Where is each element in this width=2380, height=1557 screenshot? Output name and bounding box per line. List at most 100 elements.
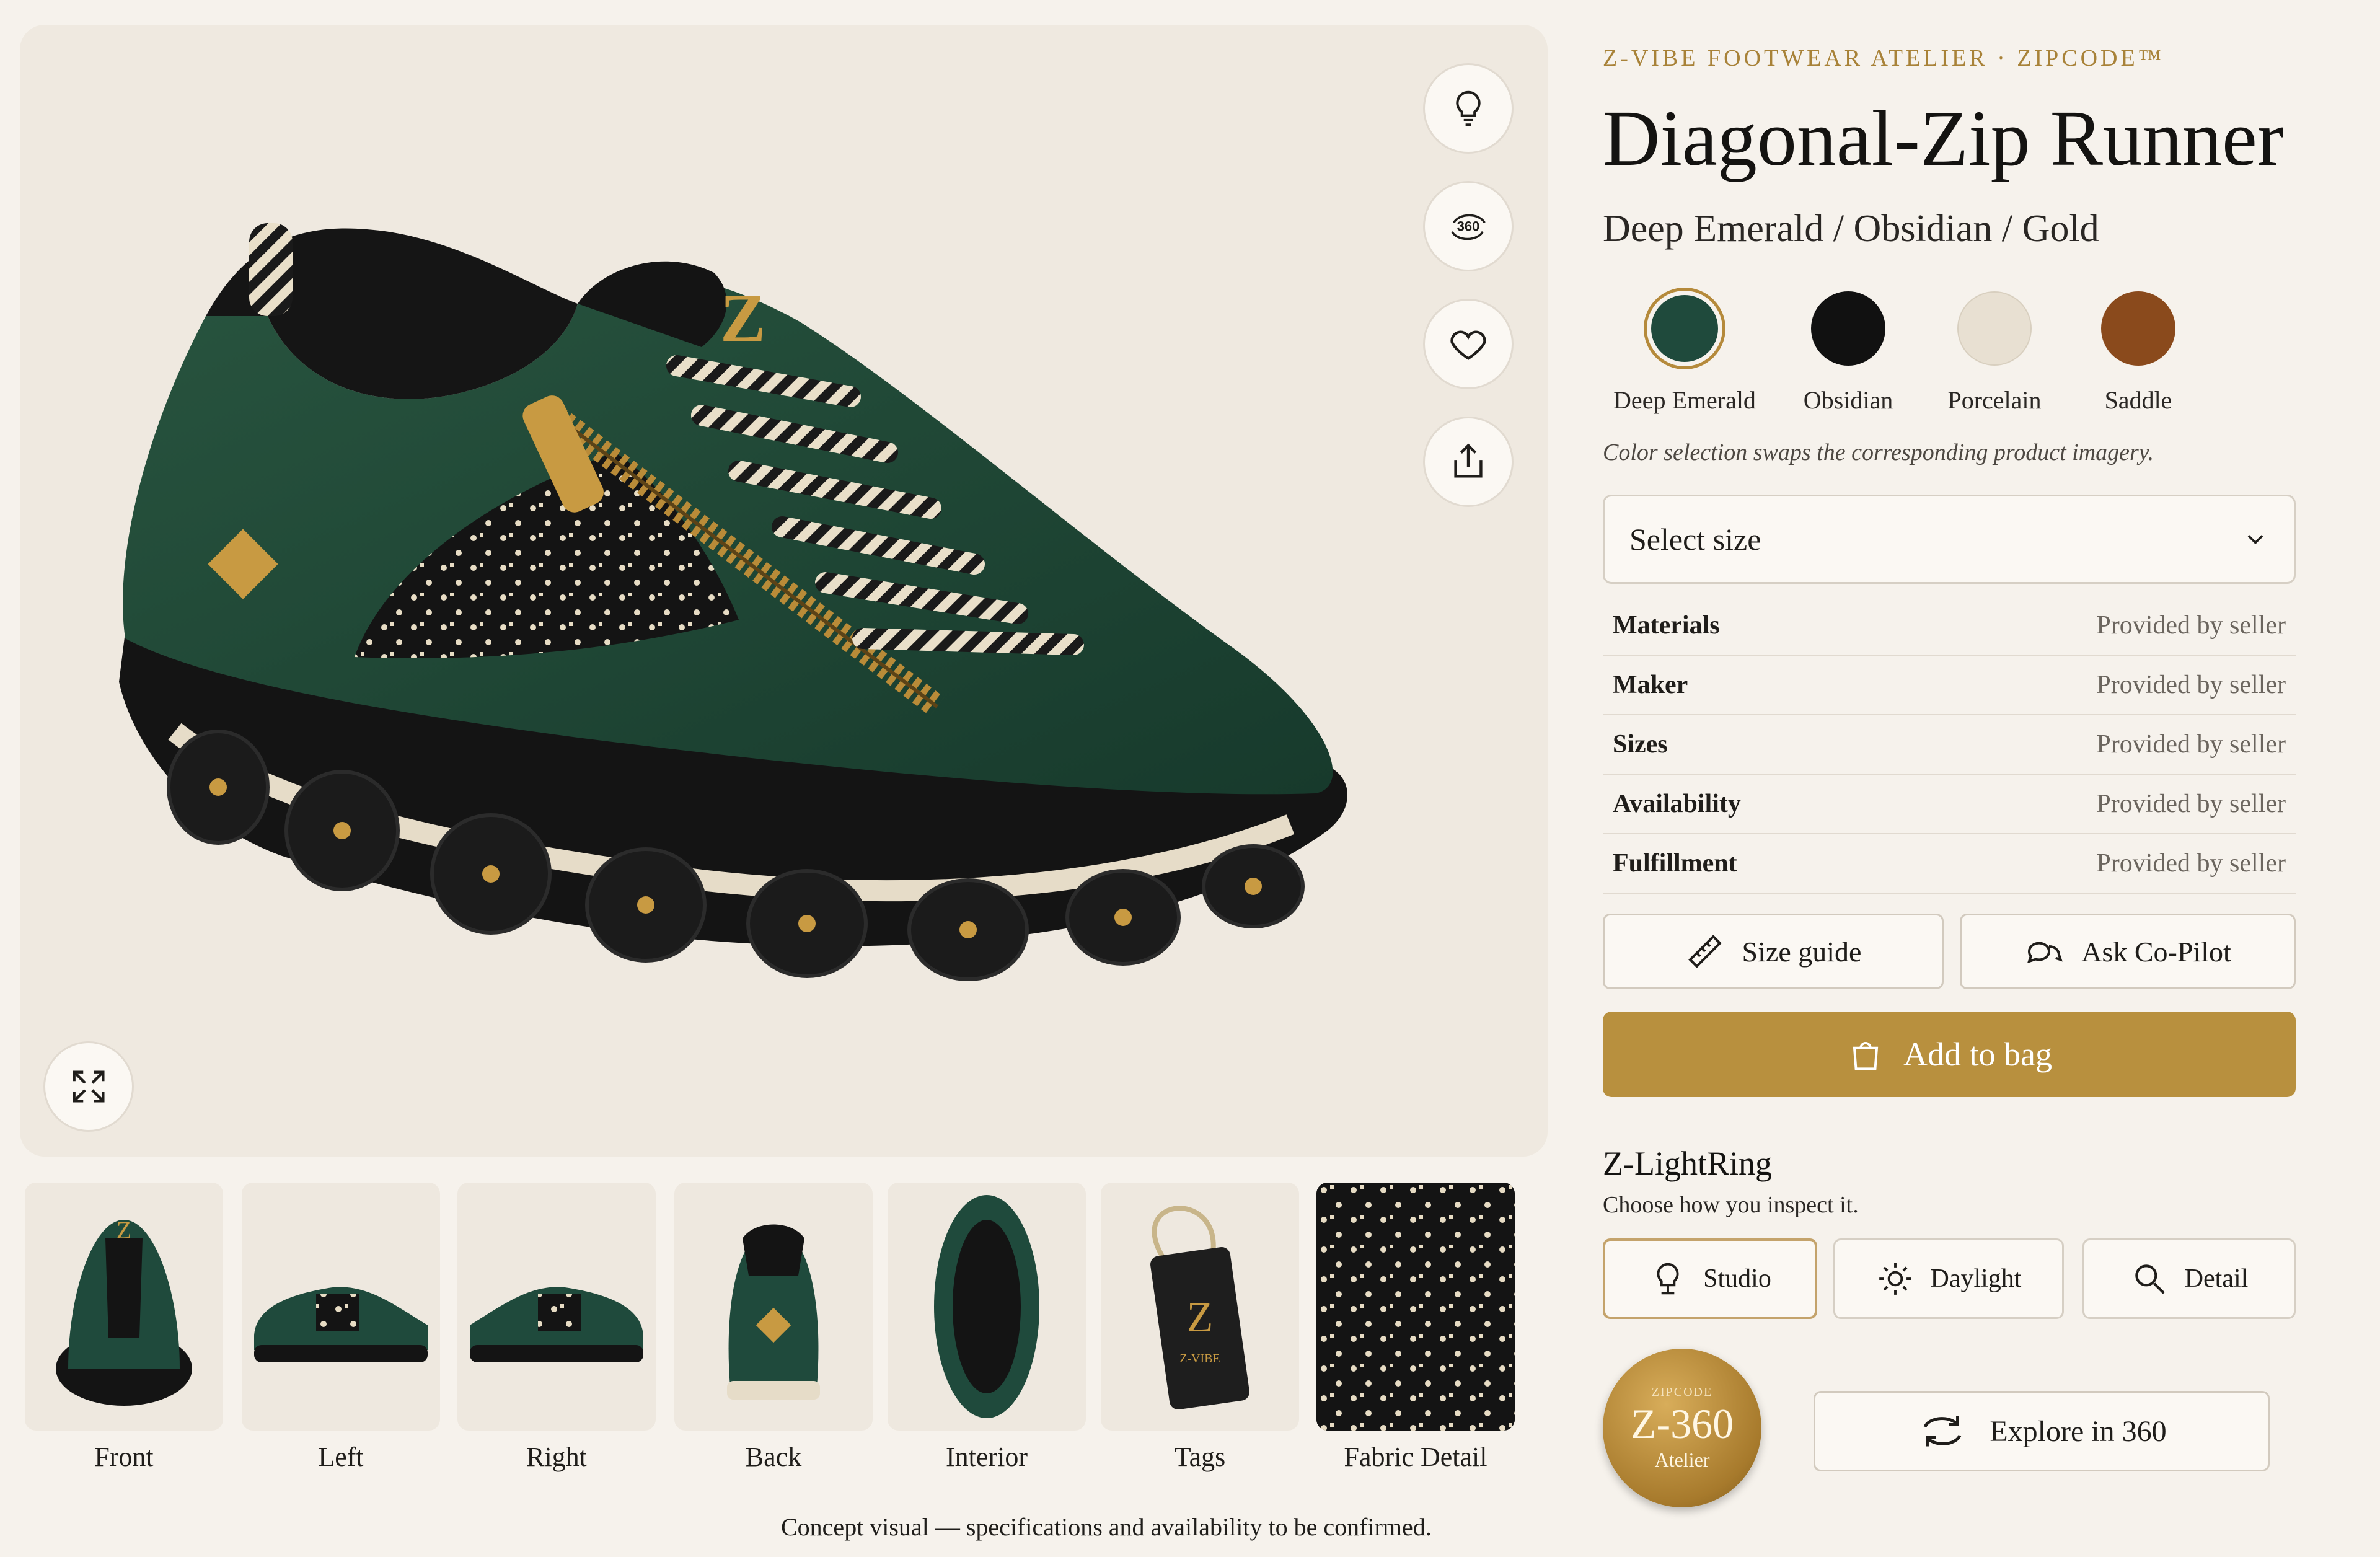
- svg-text:Z: Z: [1187, 1294, 1214, 1341]
- lightring-title: Z-LightRing: [1603, 1145, 1772, 1182]
- ask-copilot-label: Ask Co-Pilot: [2081, 935, 2231, 968]
- thumbnail-left[interactable]: [242, 1183, 440, 1431]
- thumbnail-back[interactable]: [674, 1183, 873, 1431]
- shoe-illustration: Z: [119, 223, 1348, 981]
- spec-key: Maker: [1613, 671, 1688, 699]
- swatch-deep-emerald[interactable]: [1644, 288, 1726, 369]
- thumbnail-fabric-detail[interactable]: [1316, 1183, 1515, 1431]
- hero-image: Z 360: [20, 25, 1548, 1157]
- expand-icon: [73, 1070, 105, 1103]
- thumb-image: [727, 1224, 820, 1400]
- view-360-button[interactable]: 360: [1423, 181, 1514, 271]
- size-select-placeholder: Select size: [1629, 522, 1761, 557]
- swatch-label: Saddle: [2104, 386, 2172, 414]
- thumbnail-right[interactable]: [457, 1183, 656, 1431]
- light-mode-detail[interactable]: Detail: [2082, 1238, 2296, 1319]
- swatch-label: Deep Emerald: [1613, 386, 1756, 414]
- colorway-subtitle: Deep Emerald / Obsidian / Gold: [1603, 208, 2099, 250]
- shopping-bag-icon: [1853, 1042, 1879, 1070]
- add-to-bag-label: Add to bag: [1903, 1036, 2052, 1073]
- medal-sub-text: Atelier: [1654, 1448, 1710, 1471]
- size-guide-label: Size guide: [1742, 935, 1862, 968]
- light-mode-studio[interactable]: Studio: [1603, 1238, 1817, 1319]
- lightring-subtitle: Choose how you inspect it.: [1603, 1192, 1859, 1218]
- explore-360-button[interactable]: Explore in 360: [1814, 1391, 2270, 1471]
- swatch-dot: [2101, 291, 2175, 366]
- light-mode-label: Daylight: [1930, 1264, 2022, 1293]
- spec-key: Materials: [1613, 611, 1720, 640]
- thumbnail-label: Back: [745, 1442, 802, 1472]
- chevron-down-icon: [2247, 535, 2263, 545]
- explore-360-label: Explore in 360: [1990, 1414, 2167, 1448]
- svg-text:Z: Z: [117, 1216, 131, 1244]
- size-select[interactable]: Select size: [1603, 495, 2296, 584]
- thumbnail-label: Front: [94, 1442, 154, 1472]
- spec-row-fulfillment: Fulfillment Provided by seller: [1603, 834, 2296, 894]
- spec-row-maker: Maker Provided by seller: [1603, 656, 2296, 715]
- light-mode-label: Studio: [1703, 1264, 1771, 1293]
- magnifier-icon: [2135, 1264, 2165, 1294]
- svg-text:360: 360: [1457, 218, 1479, 234]
- thumbnail-label: Left: [318, 1442, 364, 1472]
- spec-value: Provided by seller: [2096, 790, 2286, 818]
- thumb-image: Z: [56, 1216, 192, 1406]
- z360-medal-badge: ZIPCODE Z-360 Atelier: [1603, 1349, 1761, 1507]
- light-mode-daylight[interactable]: Daylight: [1833, 1238, 2064, 1319]
- light-mode-label: Detail: [2184, 1264, 2249, 1293]
- thumb-image: [1316, 1183, 1515, 1431]
- swatch-porcelain[interactable]: [1954, 288, 2035, 369]
- thumbnail-label: Right: [526, 1442, 587, 1472]
- swatch-dot: [1957, 291, 2032, 366]
- share-button[interactable]: [1423, 417, 1514, 507]
- spec-value: Provided by seller: [2096, 611, 2286, 640]
- thumbnail-tags[interactable]: Z Z-VIBE: [1101, 1183, 1299, 1431]
- brand-label: Z-VIBE FOOTWEAR ATELIER · ZIPCODE™: [1603, 45, 2164, 71]
- swatch-label: Obsidian: [1803, 386, 1893, 414]
- spec-key: Sizes: [1613, 730, 1668, 759]
- studio-light-icon: [1657, 1263, 1679, 1295]
- thumb-image: Z Z-VIBE: [1150, 1206, 1250, 1410]
- tongue-logo: Z: [720, 280, 765, 356]
- swatch-label: Porcelain: [1947, 386, 2042, 414]
- thumb-image: [470, 1287, 643, 1362]
- spec-row-materials: Materials Provided by seller: [1603, 596, 2296, 656]
- rotate-icon: [1924, 1416, 1962, 1447]
- swatch-dot: [1651, 295, 1718, 362]
- medal-top-text: ZIPCODE: [1651, 1385, 1713, 1399]
- swatch-dot: [1811, 291, 1885, 366]
- share-icon: [1454, 443, 1483, 478]
- product-page: Z 360 Z Front Left Right Back Interior Z…: [0, 0, 2380, 1557]
- thumb-image: [254, 1287, 428, 1362]
- thumb-image: [934, 1195, 1039, 1418]
- add-to-bag-button[interactable]: Add to bag: [1603, 1012, 2296, 1097]
- lighting-button[interactable]: [1423, 63, 1514, 154]
- thumbnail-interior[interactable]: [888, 1183, 1086, 1431]
- chat-bubbles-icon: [2027, 942, 2063, 964]
- disclaimer-footnote: Concept visual — specifications and avai…: [781, 1513, 1432, 1541]
- spec-key: Fulfillment: [1613, 849, 1737, 878]
- thumbnail-label: Tags: [1174, 1442, 1226, 1472]
- rotate-360-icon: 360: [1451, 214, 1486, 240]
- wishlist-button[interactable]: [1423, 299, 1514, 389]
- size-guide-button[interactable]: Size guide: [1603, 914, 1944, 989]
- ask-copilot-button[interactable]: Ask Co-Pilot: [1960, 914, 2296, 989]
- spec-value: Provided by seller: [2096, 849, 2286, 878]
- color-note: Color selection swaps the corresponding …: [1603, 439, 2154, 465]
- thumbnail-label: Interior: [946, 1442, 1028, 1472]
- ruler-icon: [1688, 935, 1722, 968]
- spec-key: Availability: [1613, 790, 1741, 818]
- sun-icon: [1879, 1263, 1911, 1295]
- swatch-saddle[interactable]: [2097, 288, 2179, 369]
- svg-text:Z-VIBE: Z-VIBE: [1179, 1352, 1220, 1365]
- swatch-obsidian[interactable]: [1807, 288, 1889, 369]
- heart-icon: [1450, 330, 1486, 360]
- fullscreen-button[interactable]: [43, 1041, 134, 1132]
- thumbnail-label: Fabric Detail: [1344, 1442, 1488, 1472]
- thumbnail-front[interactable]: Z: [25, 1183, 223, 1431]
- spec-value: Provided by seller: [2096, 730, 2286, 759]
- medal-main-text: Z-360: [1630, 1400, 1734, 1447]
- spec-row-sizes: Sizes Provided by seller: [1603, 715, 2296, 775]
- spec-row-availability: Availability Provided by seller: [1603, 775, 2296, 834]
- spec-value: Provided by seller: [2096, 671, 2286, 699]
- product-title: Diagonal-Zip Runner: [1603, 94, 2284, 182]
